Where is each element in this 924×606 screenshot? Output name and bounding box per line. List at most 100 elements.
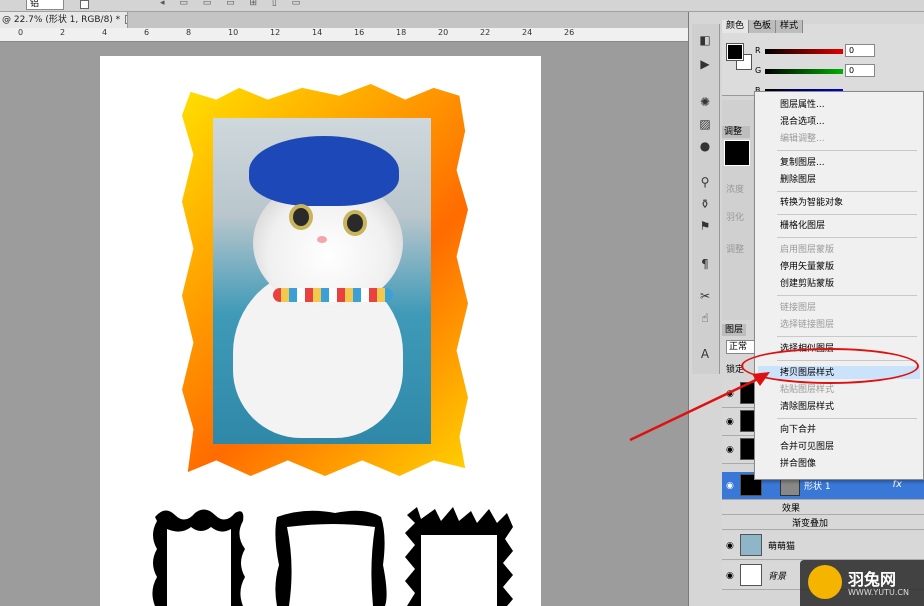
menu-item-disable-vector-mask[interactable]: 停用矢量蒙版: [780, 261, 834, 273]
effects-label: 效果: [782, 504, 801, 514]
slider-r-label: R: [755, 46, 761, 55]
foreground-color-swatch[interactable]: [726, 43, 744, 61]
ruler-label: 22: [480, 28, 491, 37]
rounded-frame-shape: [275, 510, 387, 606]
slider-g[interactable]: G 0: [755, 64, 915, 78]
cat-photo[interactable]: [213, 118, 431, 444]
ruler-label: 20: [438, 28, 449, 37]
tools-icon[interactable]: ✂: [697, 288, 713, 304]
document-tab-title: @ 22.7% (形状 1, RGB/8) *: [2, 15, 121, 25]
menu-separator: [777, 150, 917, 151]
tab-color[interactable]: 颜色: [722, 20, 750, 33]
menu-item-enable-layer-mask: 启用图层蒙版: [780, 245, 835, 255]
ruler-label: 14: [312, 28, 323, 37]
slider-g-label: G: [755, 66, 762, 75]
rabbit-logo-icon: [808, 565, 842, 599]
menu-separator: [777, 295, 917, 296]
slider-r-bar[interactable]: [765, 49, 843, 54]
ruler-label: 2: [60, 28, 66, 37]
ruler-label: 8: [186, 28, 192, 37]
histogram-icon[interactable]: ▨: [697, 116, 713, 132]
actions-icon[interactable]: ▶: [697, 56, 713, 72]
density-label: 浓度: [726, 185, 745, 195]
layer-name: 形状 1: [804, 482, 831, 492]
tab-layers[interactable]: 图层: [722, 324, 747, 336]
adjust-label: 调整: [726, 245, 745, 255]
eye-icon[interactable]: ◉: [726, 445, 734, 455]
fx-icon[interactable]: fx: [893, 479, 902, 490]
menu-item-rasterize-layer[interactable]: 栅格化图层: [780, 220, 825, 232]
info-icon[interactable]: ●: [697, 138, 713, 154]
align-buttons[interactable]: ◂ ▭ ▭ ▭ ⊞ ▯ ▭: [160, 0, 306, 8]
history-icon[interactable]: ◧: [697, 32, 713, 48]
color-panel-tabs: 颜色 色板 样式: [722, 20, 804, 33]
mask-thumbnail: [724, 140, 750, 166]
ruler-label: 18: [396, 28, 407, 37]
eye-icon[interactable]: ◉: [726, 417, 734, 427]
eye-icon[interactable]: ◉: [726, 571, 734, 581]
layer-name: 背景: [768, 572, 787, 582]
menu-item-merge-visible[interactable]: 合并可见图层: [780, 441, 834, 453]
menu-item-layer-properties[interactable]: 图层属性...: [780, 99, 825, 111]
cat-eye-left: [289, 204, 313, 230]
wavy-frame-shape: [152, 509, 245, 606]
brush-icon[interactable]: ⚲: [697, 174, 713, 190]
character-icon[interactable]: A: [697, 346, 713, 362]
menu-item-clear-layer-style[interactable]: 清除图层样式: [780, 401, 834, 413]
menu-item-duplicate-layer[interactable]: 复制图层...: [780, 157, 825, 169]
menu-item-flatten-image[interactable]: 拼合图像: [780, 458, 816, 470]
eye-icon[interactable]: ◉: [726, 541, 734, 551]
menu-item-delete-layer[interactable]: 删除图层: [780, 174, 816, 186]
effects-row[interactable]: 效果: [722, 500, 924, 515]
annotation-ellipse: [741, 348, 919, 384]
clone-source-icon[interactable]: ⚱: [697, 196, 713, 212]
tab-swatches[interactable]: 色板: [749, 20, 777, 33]
tool-presets-icon[interactable]: ⚑: [697, 218, 713, 234]
menu-separator: [777, 237, 917, 238]
navigator-icon[interactable]: ✺: [697, 94, 713, 110]
ruler-label: 12: [270, 28, 281, 37]
menu-item-blending-options[interactable]: 混合选项...: [780, 116, 825, 128]
eye-icon[interactable]: ◉: [726, 481, 734, 491]
slider-r[interactable]: R 0: [755, 44, 915, 58]
options-bar: 铝 ◂ ▭ ▭ ▭ ⊞ ▯ ▭: [0, 0, 924, 12]
panel-icon-strip: ◧ ▶ ✺ ▨ ● ⚲ ⚱ ⚑ ¶ ✂ ☝ A: [692, 24, 720, 374]
tab-styles[interactable]: 样式: [776, 20, 804, 33]
gradient-overlay-label: 渐变叠加: [792, 519, 829, 529]
ruler-label: 4: [102, 28, 108, 37]
ruler-label: 6: [144, 28, 150, 37]
layer-row-cat[interactable]: ◉ 萌萌猫: [722, 532, 924, 560]
option-checkbox[interactable]: [80, 0, 89, 9]
blue-beret: [249, 136, 399, 206]
layer-context-menu: 图层属性... 混合选项... 编辑调整... 复制图层... 删除图层 转换为…: [754, 91, 924, 480]
slider-r-value[interactable]: 0: [845, 44, 875, 57]
font-select[interactable]: 铝: [26, 0, 64, 10]
paragraph-icon[interactable]: ¶: [697, 256, 713, 272]
blend-mode-select[interactable]: 正常: [726, 340, 756, 354]
hand-icon[interactable]: ☝: [697, 310, 713, 326]
gradient-overlay-row[interactable]: 渐变叠加: [722, 515, 924, 530]
layer-name: 萌萌猫: [768, 542, 796, 552]
ruler-label: 0: [18, 28, 24, 37]
document-tab[interactable]: @ 22.7% (形状 1, RGB/8) * ✕: [0, 12, 128, 28]
slider-g-value[interactable]: 0: [845, 64, 875, 77]
menu-item-paste-layer-style: 粘贴图层样式: [780, 385, 835, 395]
menu-separator: [777, 336, 917, 337]
menu-item-link-layers: 链接图层: [780, 303, 817, 313]
feather-label: 羽化: [726, 213, 745, 223]
cat-eye-right: [343, 210, 367, 236]
ruler-label: 16: [354, 28, 365, 37]
slider-g-bar[interactable]: [765, 69, 843, 74]
tab-strip: [128, 12, 688, 28]
jagged-frame-shape: [405, 507, 513, 606]
layer-thumbnail: [740, 564, 762, 586]
menu-item-merge-down[interactable]: 向下合并: [780, 424, 816, 436]
tab-adjust[interactable]: 调整: [722, 126, 750, 138]
menu-separator: [777, 191, 917, 192]
menu-item-select-linked-layers: 选择链接图层: [780, 320, 835, 330]
menu-separator: [777, 418, 917, 419]
eye-icon[interactable]: ◉: [726, 389, 734, 399]
menu-item-create-clipping-mask[interactable]: 创建剪贴蒙版: [780, 278, 834, 290]
menu-item-convert-smart-object[interactable]: 转换为智能对象: [780, 197, 843, 209]
layer-thumbnail: [740, 534, 762, 556]
